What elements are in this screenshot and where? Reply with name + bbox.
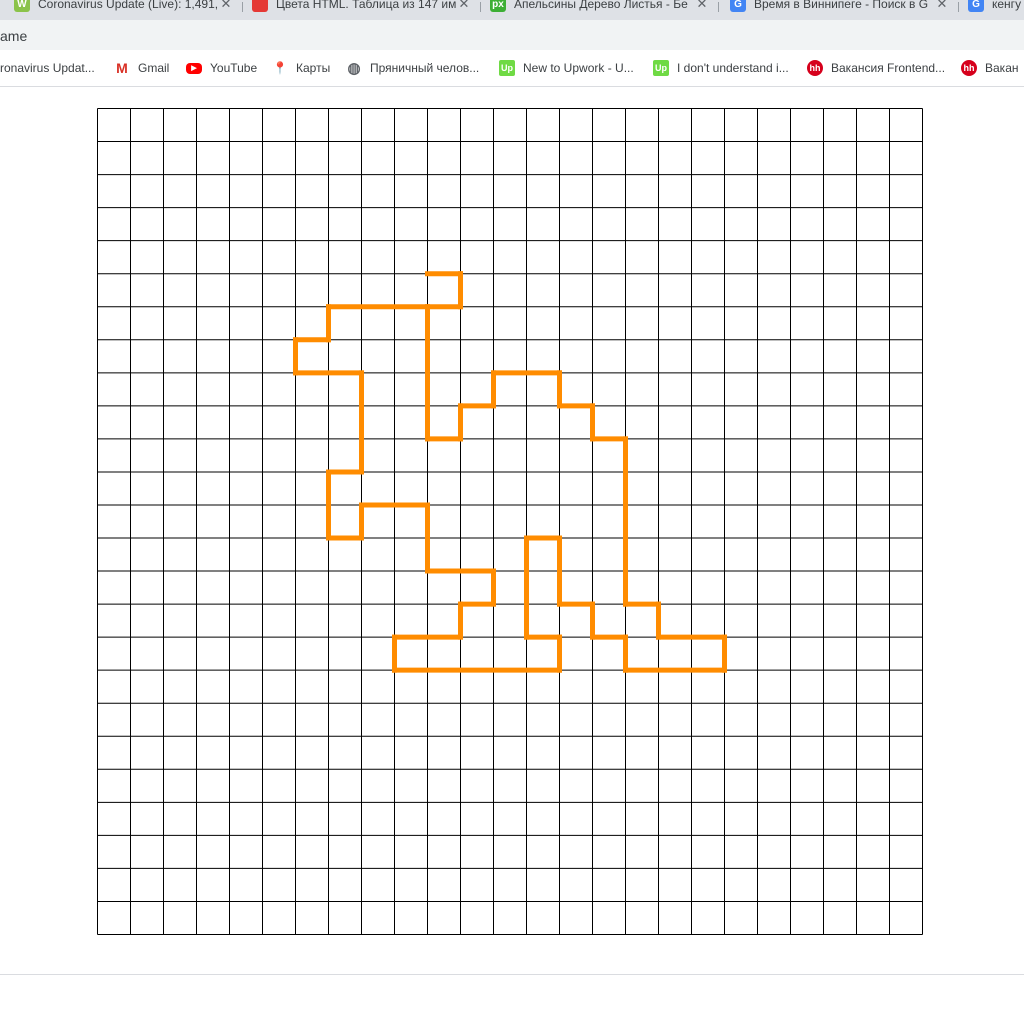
close-icon[interactable]: ✕	[934, 0, 950, 12]
bookmark-item[interactable]: ◍ Пряничный челов...	[346, 59, 479, 77]
bookmark-item[interactable]: ▶ YouTube	[186, 59, 257, 77]
bookmark-label: Пряничный челов...	[370, 61, 480, 75]
youtube-icon: ▶	[186, 62, 202, 74]
bookmark-item[interactable]: hh Вакан	[961, 59, 1019, 77]
hh-icon: hh	[807, 60, 823, 76]
tab-strip: W Coronavirus Update (Live): 1,491, ✕ Цвета…	[0, 0, 1024, 20]
tab-separator	[718, 2, 719, 12]
tab-title: Апельсины Дерево Листья - Бе	[514, 0, 688, 11]
globe-icon: ◍	[347, 60, 361, 77]
tab-title: Цвета HTML. Таблица из 147 им	[276, 0, 456, 11]
bookmark-item[interactable]: M Gmail	[114, 59, 169, 77]
pixabay-icon: px	[490, 0, 506, 12]
tab-title: Время в Виннипеге - Поиск в G	[754, 0, 929, 11]
bookmark-label: Карты	[296, 61, 331, 75]
browser-tab[interactable]: Gкенгу	[968, 0, 1024, 15]
address-bar[interactable]: ame	[0, 20, 1024, 50]
bookmark-item[interactable]: hh Вакансия Frontend...	[807, 59, 945, 77]
browser-tab[interactable]: px Апельсины Дерево Листья - Бе ✕	[490, 0, 710, 15]
color-wheel-icon	[252, 0, 268, 12]
bookmark-label: Gmail	[138, 61, 170, 75]
browser-tab[interactable]: Цвета HTML. Таблица из 147 им ✕	[252, 0, 472, 15]
upwork-icon: Up	[499, 60, 515, 76]
bookmark-item[interactable]: Up New to Upwork - U...	[499, 59, 634, 77]
bookmark-label: ronavirus Updat...	[0, 61, 95, 75]
worldometer-icon: W	[14, 0, 30, 12]
bookmark-label: Вакан	[985, 61, 1019, 75]
page-divider	[0, 974, 1024, 975]
bookmark-item[interactable]: Up I don't understand i...	[653, 59, 789, 77]
bookmark-item[interactable]: 📍 Карты	[272, 59, 331, 77]
grid-lines	[97, 108, 923, 935]
close-icon[interactable]: ✕	[694, 0, 710, 12]
address-url[interactable]: ame	[0, 28, 27, 44]
google-icon: G	[968, 0, 984, 12]
tab-title: Coronavirus Update (Live): 1,491,	[38, 0, 218, 11]
browser-tab[interactable]: W Coronavirus Update (Live): 1,491, ✕	[14, 0, 234, 15]
game-board[interactable]	[97, 108, 923, 935]
tab-separator	[958, 2, 959, 12]
bookmark-item[interactable]: ronavirus Updat...	[0, 59, 95, 77]
bookmark-label: Вакансия Frontend...	[831, 61, 946, 75]
maps-pin-icon: 📍	[272, 61, 288, 75]
close-icon[interactable]: ✕	[456, 0, 472, 12]
grid-svg[interactable]	[97, 108, 923, 935]
bookmark-label: YouTube	[210, 61, 258, 75]
browser-tab[interactable]: G Время в Виннипеге - Поиск в G ✕	[730, 0, 950, 15]
google-icon: G	[730, 0, 746, 12]
tab-separator	[242, 2, 243, 12]
bookmark-label: I don't understand i...	[677, 61, 789, 75]
gmail-icon: M	[116, 60, 128, 76]
tab-title: кенгу	[992, 0, 1022, 11]
bookmark-label: New to Upwork - U...	[523, 61, 634, 75]
bookmarks-bar: ronavirus Updat... M Gmail ▶ YouTube 📍 Карты ◍ П…	[0, 50, 1024, 87]
close-icon[interactable]: ✕	[218, 0, 234, 12]
tab-separator	[480, 2, 481, 12]
hh-icon: hh	[961, 60, 977, 76]
upwork-icon: Up	[653, 60, 669, 76]
